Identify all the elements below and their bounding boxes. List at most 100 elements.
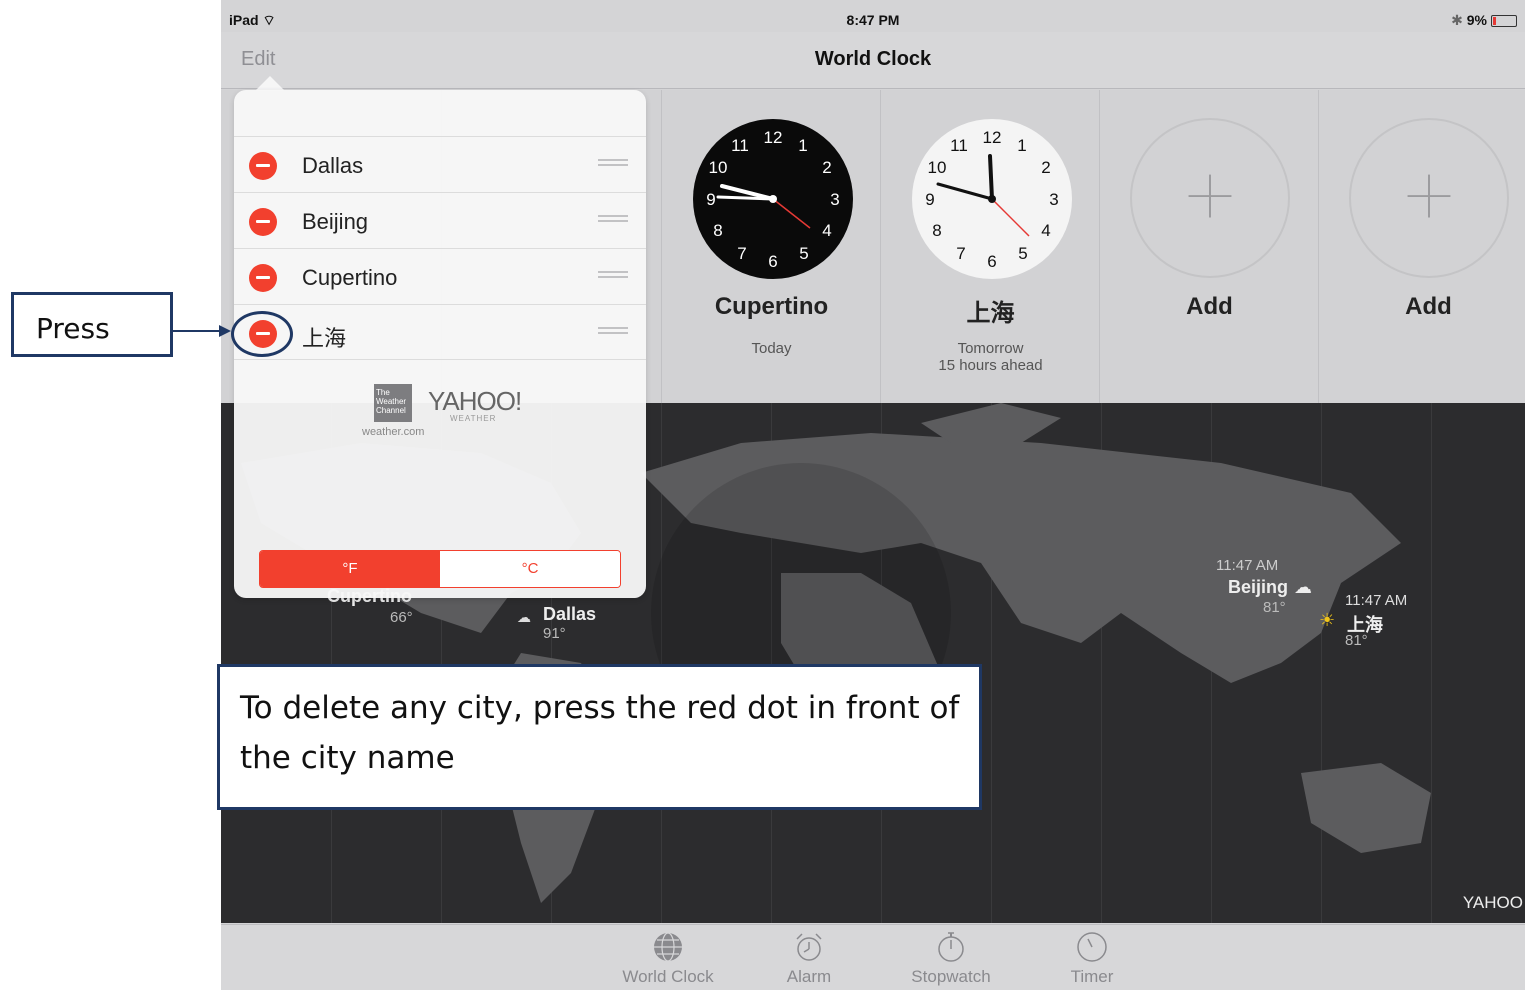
svg-text:6: 6 xyxy=(768,252,777,271)
svg-text:3: 3 xyxy=(1049,190,1058,209)
clock-city-label: 上海 xyxy=(966,300,1015,327)
city-name: Cupertino xyxy=(302,265,398,290)
svg-text:2: 2 xyxy=(822,158,831,177)
partly-sunny-icon: ☀ xyxy=(1319,610,1336,630)
battery-icon xyxy=(1491,15,1517,28)
svg-text:7: 7 xyxy=(956,244,965,263)
svg-text:5: 5 xyxy=(1018,244,1027,263)
add-clock-cell[interactable]: Add xyxy=(1099,90,1318,403)
svg-text:9: 9 xyxy=(706,190,715,209)
map-temp-dallas: 91° xyxy=(543,625,566,642)
analog-clock-icon: 12 12 3 45 6 78 9 1011 xyxy=(912,119,1072,279)
map-temp-beijing: 81° xyxy=(1263,599,1286,616)
clock-offset-label: Tomorrow 15 hours ahead xyxy=(938,340,1043,374)
clock-cell-shanghai[interactable]: 12 1 2 3 45 6 78 9 10 11 上海 Tomorrow 15 hours a… xyxy=(880,90,1099,403)
screenshot-stage: iPad ︎⌔ 8:47 PM ✱ 9% Edit World Clock 12… xyxy=(0,0,1525,990)
city-row-cupertino: Cupertino xyxy=(234,248,646,304)
svg-text:7: 7 xyxy=(737,244,746,263)
svg-text:3: 3 xyxy=(830,190,839,209)
cloud-icon: ☁ xyxy=(1294,577,1312,597)
weather-url: weather.com xyxy=(362,426,425,438)
tab-label: Timer xyxy=(1070,967,1114,986)
bluetooth-icon: ✱ xyxy=(1451,12,1463,28)
map-temp-cupertino: 66° xyxy=(390,609,413,626)
city-name: Beijing xyxy=(302,209,369,234)
press-callout: Press xyxy=(11,292,173,357)
delete-city-button[interactable] xyxy=(249,208,277,236)
cloud-icon: ☁ xyxy=(517,609,531,625)
weather-provider-logos: The Weather Channel YAHOO! WEATHER weath… xyxy=(362,382,532,442)
svg-text:1: 1 xyxy=(1017,136,1026,155)
svg-text:10: 10 xyxy=(928,158,947,177)
plus-icon xyxy=(1130,118,1290,278)
popover-arrow xyxy=(255,76,285,91)
navigation-bar: Edit World Clock xyxy=(221,32,1525,89)
svg-text:10: 10 xyxy=(709,158,728,177)
svg-text:2: 2 xyxy=(1041,158,1050,177)
delete-city-button[interactable] xyxy=(249,152,277,180)
edit-cities-popover: Dallas Beijing Cupertino 上海 The Weather … xyxy=(234,90,646,598)
instruction-text: To delete any city, press the red dot in… xyxy=(240,690,960,776)
stopwatch-icon xyxy=(938,932,964,962)
city-name: 上海 xyxy=(302,326,347,351)
map-label-beijing: Beijing xyxy=(1228,577,1289,597)
add-clock-label: Add xyxy=(1405,293,1452,320)
svg-text:8: 8 xyxy=(713,221,722,240)
yahoo-weather-sublabel: WEATHER xyxy=(450,414,497,423)
arrow-right-icon xyxy=(173,325,231,337)
timer-icon xyxy=(1077,932,1107,962)
svg-text:9: 9 xyxy=(925,190,934,209)
delete-city-button[interactable] xyxy=(249,264,277,292)
globe-icon xyxy=(654,932,682,962)
tab-stopwatch[interactable]: Stopwatch xyxy=(891,931,1011,987)
weather-channel-logo: The Weather Channel xyxy=(374,384,412,422)
svg-text:4: 4 xyxy=(822,221,831,240)
fahrenheit-segment[interactable]: °F xyxy=(260,551,440,587)
status-time: 8:47 PM xyxy=(846,12,900,28)
city-row-beijing: Beijing xyxy=(234,192,646,248)
svg-text:5: 5 xyxy=(799,244,808,263)
tab-alarm[interactable]: Alarm xyxy=(749,931,869,987)
reorder-handle-icon[interactable] xyxy=(598,215,628,227)
highlight-ring xyxy=(231,311,293,357)
analog-clock-icon: 12 12 3 45 6 78 9 1011 xyxy=(693,119,853,279)
svg-text:12: 12 xyxy=(983,128,1002,147)
tab-label: Stopwatch xyxy=(911,967,991,986)
clock-day-label: Today xyxy=(751,340,792,357)
reorder-handle-icon[interactable] xyxy=(598,159,628,171)
svg-text:12: 12 xyxy=(764,128,783,147)
battery-indicator: ✱ 9% xyxy=(1451,12,1517,29)
clock-cell-cupertino[interactable]: 12 1 2 3 45 6 78 9 10 11 Cupertino Today xyxy=(661,90,880,403)
reorder-handle-icon[interactable] xyxy=(598,271,628,283)
yahoo-weather-logo: YAHOO! xyxy=(428,386,522,416)
temperature-unit-toggle: °F °C xyxy=(259,550,621,588)
tab-label: Alarm xyxy=(786,967,832,986)
tab-label: World Clock xyxy=(622,967,714,986)
map-time-shanghai: 11:47 AM xyxy=(1345,592,1408,609)
svg-text:8: 8 xyxy=(932,221,941,240)
press-callout-label: Press xyxy=(36,312,110,345)
svg-text:11: 11 xyxy=(731,136,749,155)
add-clock-label: Add xyxy=(1186,293,1233,320)
map-temp-shanghai: 81° xyxy=(1345,632,1368,649)
tab-world-clock[interactable]: World Clock xyxy=(608,931,728,987)
map-label-dallas: Dallas xyxy=(543,604,597,624)
add-clock-cell[interactable]: Add xyxy=(1318,90,1525,403)
tab-timer[interactable]: Timer xyxy=(1032,931,1152,987)
svg-text:4: 4 xyxy=(1041,221,1050,240)
svg-text:11: 11 xyxy=(950,136,968,155)
page-title: World Clock xyxy=(814,48,932,70)
yahoo-logo: YAHOO xyxy=(1462,893,1523,912)
plus-icon xyxy=(1349,118,1509,278)
city-row-shanghai: 上海 xyxy=(234,304,646,360)
city-row-dallas: Dallas xyxy=(234,136,646,192)
celsius-segment[interactable]: °C xyxy=(440,551,620,587)
reorder-handle-icon[interactable] xyxy=(598,327,628,339)
status-bar: iPad ︎⌔ 8:47 PM ✱ 9% xyxy=(221,6,1525,32)
map-time-beijing: 11:47 AM xyxy=(1216,557,1279,574)
svg-text:6: 6 xyxy=(987,252,996,271)
alarm-clock-icon xyxy=(796,933,822,961)
svg-text:1: 1 xyxy=(798,136,807,155)
clock-city-label: Cupertino xyxy=(714,293,829,320)
city-name: Dallas xyxy=(302,153,364,178)
